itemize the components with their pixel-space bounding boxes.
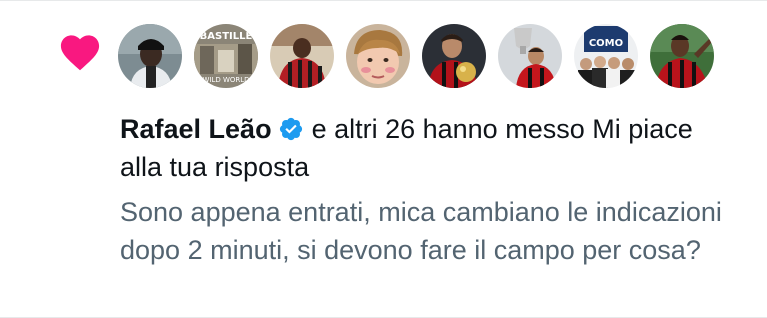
reply-text[interactable]: Sono appena entrati, mica cambiano le in… [120, 193, 740, 269]
like-notification[interactable]: BASTILLE WILD WORLD COMO Rafael Leão e a… [0, 0, 767, 318]
avatar-user-7[interactable]: COMO [574, 24, 638, 88]
action-text-continued: alla tua risposta [120, 152, 310, 182]
avatar-user-2[interactable]: BASTILLE WILD WORLD [194, 24, 258, 88]
avatar-user-3[interactable] [270, 24, 334, 88]
action-text: e altri 26 hanno messo Mi piace [311, 114, 693, 144]
avatar-user-8[interactable] [650, 24, 714, 88]
divider [0, 0, 767, 1]
avatar-2-text-bottom: WILD WORLD [202, 76, 249, 84]
avatar-user-5[interactable] [422, 24, 486, 88]
heart-icon [60, 35, 100, 71]
avatar-2-text-top: BASTILLE [200, 31, 253, 42]
avatar-7-text: COMO [589, 38, 623, 49]
verified-badge-icon [279, 117, 302, 141]
notification-headline: Rafael Leão e altri 26 hanno messo Mi pi… [120, 110, 693, 148]
avatar-user-1[interactable] [118, 24, 182, 88]
liker-avatars: BASTILLE WILD WORLD COMO [118, 24, 714, 88]
user-name[interactable]: Rafael Leão [120, 110, 272, 148]
avatar-user-4[interactable] [346, 24, 410, 88]
avatar-user-6[interactable] [498, 24, 562, 88]
